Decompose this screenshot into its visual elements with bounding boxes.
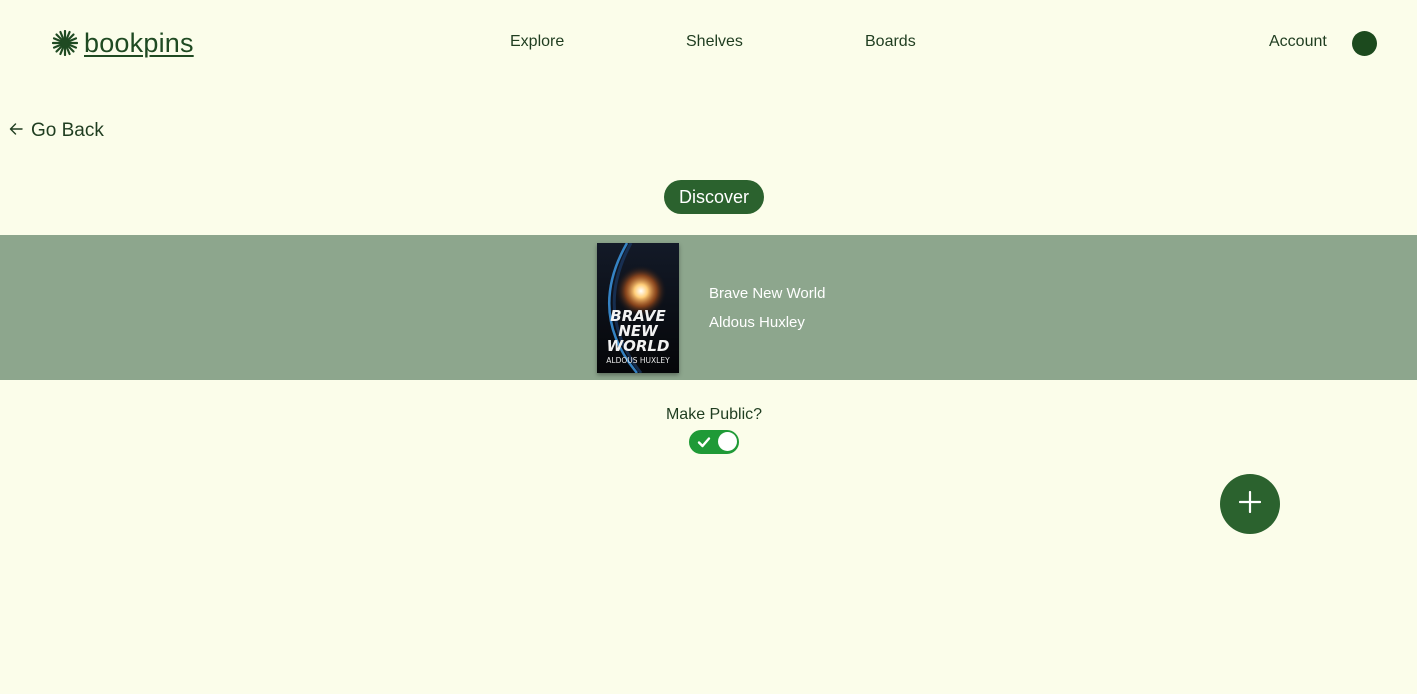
nav-explore[interactable]: Explore	[510, 33, 564, 51]
book-author: Aldous Huxley	[709, 314, 805, 331]
logo-link[interactable]: bookpins	[52, 26, 194, 60]
logo-text: bookpins	[84, 27, 194, 58]
book-cover[interactable]: BRAVE NEW WORLD ALDOUS HUXLEY	[597, 243, 679, 373]
go-back-label: Go Back	[31, 120, 104, 141]
discover-button[interactable]: Discover	[664, 180, 764, 214]
nav-boards[interactable]: Boards	[865, 33, 916, 51]
starburst-icon	[52, 30, 78, 56]
plus-icon	[1238, 490, 1262, 518]
go-back-link[interactable]: Go Back	[8, 119, 104, 143]
book-title: Brave New World	[709, 285, 826, 302]
avatar[interactable]	[1352, 31, 1377, 56]
toggle-knob	[718, 432, 737, 451]
nav-shelves[interactable]: Shelves	[686, 33, 743, 51]
cover-title-line-3: WORLD	[607, 337, 670, 355]
page: bookpins Explore Shelves Boards Account …	[0, 0, 1417, 694]
make-public-toggle[interactable]	[689, 430, 739, 454]
add-button[interactable]	[1220, 474, 1280, 534]
book-strip: BRAVE NEW WORLD ALDOUS HUXLEY Brave New …	[0, 235, 1417, 380]
check-icon	[697, 435, 711, 454]
cover-author: ALDOUS HUXLEY	[606, 356, 670, 365]
arrow-left-icon	[8, 121, 24, 142]
make-public-label: Make Public?	[665, 406, 763, 423]
account-link[interactable]: Account	[1269, 33, 1327, 51]
